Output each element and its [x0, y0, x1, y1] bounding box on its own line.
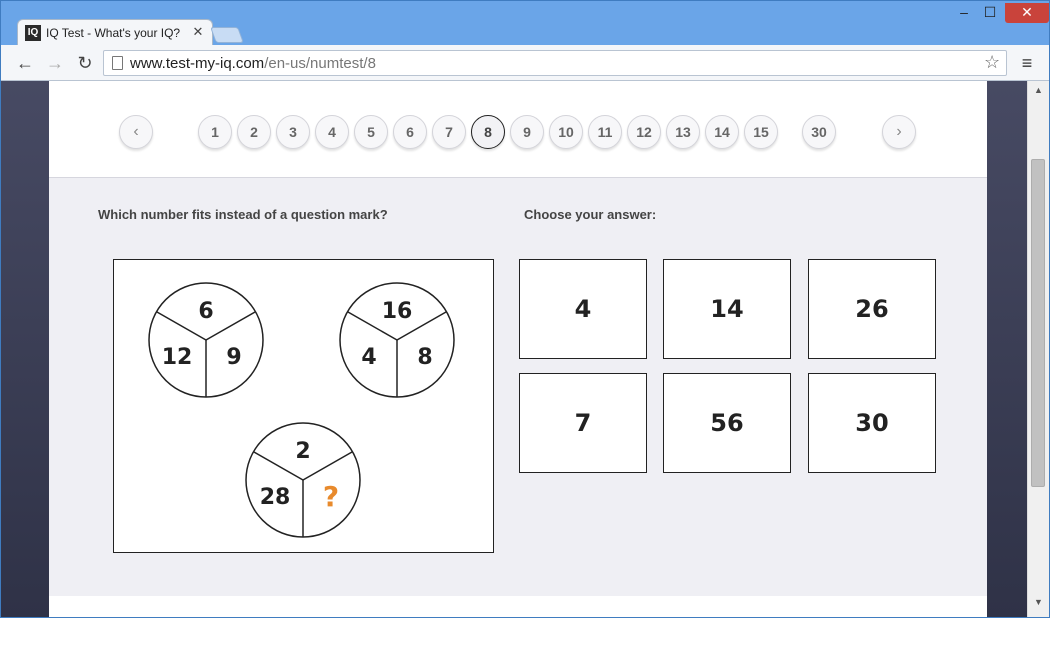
- pager-page-4[interactable]: 4: [315, 115, 349, 149]
- back-arrow-icon[interactable]: ←: [13, 51, 37, 75]
- answer-option-3[interactable]: 26: [808, 259, 936, 359]
- pager-page-15[interactable]: 15: [744, 115, 778, 149]
- scroll-up-arrow-icon[interactable]: ▲: [1028, 83, 1049, 97]
- answer-option-5[interactable]: 56: [663, 373, 791, 473]
- pager-page-13[interactable]: 13: [666, 115, 700, 149]
- background-right: [987, 81, 1027, 617]
- vertical-scrollbar[interactable]: ▲ ▼: [1027, 81, 1049, 617]
- circle-2: 16 4 8: [339, 282, 455, 398]
- pager-page-3[interactable]: 3: [276, 115, 310, 149]
- pager-page-11[interactable]: 11: [588, 115, 622, 149]
- pager-page-1[interactable]: 1: [198, 115, 232, 149]
- circle-1-right: 9: [226, 345, 241, 370]
- scroll-down-arrow-icon[interactable]: ▼: [1028, 595, 1049, 609]
- pager-page-8-active[interactable]: 8: [471, 115, 505, 149]
- forward-arrow-icon[interactable]: →: [43, 51, 67, 75]
- circle-2-right: 8: [417, 345, 432, 370]
- puzzle-figure: 6 12 9 16 4 8 2 28 ?: [113, 259, 494, 553]
- close-window-button[interactable]: ✕: [1005, 3, 1049, 23]
- answer-option-2[interactable]: 14: [663, 259, 791, 359]
- answer-option-4[interactable]: 7: [519, 373, 647, 473]
- question-pager: ‹ 1 2 3 4 5 6 7 8 9 10 11 12 13 14 15 30…: [49, 81, 987, 178]
- background-left: [1, 81, 49, 617]
- url-host: www.test-my-iq.com: [130, 55, 265, 72]
- circle-1-left: 12: [162, 345, 193, 370]
- reload-icon[interactable]: ↻: [73, 51, 97, 75]
- browser-toolbar: ← → ↻ www.test-my-iq.com/en-us/numtest/8…: [1, 45, 1049, 81]
- answer-option-6[interactable]: 30: [808, 373, 936, 473]
- pager-page-6[interactable]: 6: [393, 115, 427, 149]
- pager-next-button[interactable]: ›: [882, 115, 916, 149]
- circle-2-top: 16: [382, 299, 413, 324]
- minimize-button[interactable]: ‒: [951, 3, 977, 23]
- circle-1: 6 12 9: [148, 282, 264, 398]
- new-tab-button[interactable]: [210, 27, 244, 43]
- circle-2-left: 4: [361, 345, 376, 370]
- maximize-button[interactable]: ☐: [977, 3, 1003, 23]
- answer-option-1[interactable]: 4: [519, 259, 647, 359]
- puzzle-svg: 6 12 9 16 4 8 2 28 ?: [148, 282, 455, 538]
- site-logo-icon: IQ: [25, 25, 41, 41]
- menu-icon[interactable]: ≡: [1015, 51, 1039, 75]
- pager-prev-button[interactable]: ‹: [119, 115, 153, 149]
- url-path: /en-us/numtest/8: [264, 55, 376, 72]
- page-viewport: ‹ 1 2 3 4 5 6 7 8 9 10 11 12 13 14 15 30…: [1, 81, 1049, 617]
- circle-3: 2 28 ?: [245, 422, 361, 538]
- url-text[interactable]: www.test-my-iq.com/en-us/numtest/8: [130, 55, 376, 72]
- tab-close-icon[interactable]: ✕: [190, 24, 206, 40]
- pager-page-10[interactable]: 10: [549, 115, 583, 149]
- page-content: ‹ 1 2 3 4 5 6 7 8 9 10 11 12 13 14 15 30…: [49, 81, 987, 617]
- address-bar[interactable]: www.test-my-iq.com/en-us/numtest/8 ☆: [103, 50, 1007, 76]
- browser-tab[interactable]: IQ IQ Test - What's your IQ? ✕: [17, 19, 213, 46]
- bookmark-star-icon[interactable]: ☆: [984, 52, 1000, 73]
- question-prompt: Which number fits instead of a question …: [98, 207, 388, 222]
- bottom-strip: [49, 596, 987, 617]
- pager-page-30[interactable]: 30: [802, 115, 836, 149]
- circle-1-top: 6: [198, 299, 213, 324]
- pager-page-7[interactable]: 7: [432, 115, 466, 149]
- pager-page-9[interactable]: 9: [510, 115, 544, 149]
- circle-3-left: 28: [260, 485, 291, 510]
- title-bar: IQ IQ Test - What's your IQ? ✕ ‒ ☐ ✕: [1, 1, 1049, 46]
- pager-page-12[interactable]: 12: [627, 115, 661, 149]
- tab-title: IQ Test - What's your IQ?: [46, 26, 181, 40]
- pager-page-5[interactable]: 5: [354, 115, 388, 149]
- circle-3-top: 2: [295, 439, 310, 464]
- scrollbar-thumb[interactable]: [1031, 159, 1045, 487]
- question-mark: ?: [323, 480, 339, 513]
- choose-answer-label: Choose your answer:: [524, 207, 657, 222]
- pager-page-14[interactable]: 14: [705, 115, 739, 149]
- browser-window: IQ IQ Test - What's your IQ? ✕ ‒ ☐ ✕ ← →…: [0, 0, 1050, 618]
- page-icon: [112, 56, 123, 70]
- pager-page-2[interactable]: 2: [237, 115, 271, 149]
